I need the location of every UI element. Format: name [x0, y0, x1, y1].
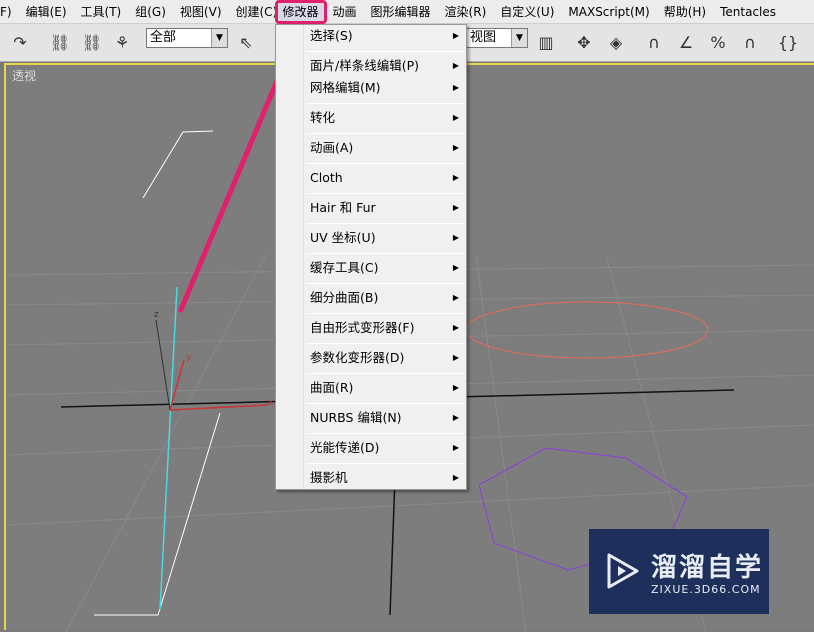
- menu-item-label: 网格编辑(M): [310, 80, 381, 95]
- menu-item-parametric-deformers[interactable]: 参数化变形器(D) ▶: [305, 347, 465, 369]
- submenu-arrow-icon: ▶: [452, 61, 459, 70]
- menu-separator: [306, 193, 464, 194]
- submenu-arrow-icon: ▶: [452, 263, 459, 272]
- menu-item-cameras[interactable]: 摄影机 ▶: [305, 467, 465, 489]
- menu-item-select[interactable]: 选择(S) ▶: [305, 25, 465, 47]
- menu-item-label: 曲面(R): [310, 380, 354, 395]
- menu-item-label: 动画(A): [310, 140, 354, 155]
- menu-item-label: 摄影机: [310, 470, 348, 485]
- submenu-arrow-icon: ▶: [452, 413, 459, 422]
- menu-item-label: 选择(S): [310, 28, 353, 43]
- submenu-arrow-icon: ▶: [452, 203, 459, 212]
- submenu-arrow-icon: ▶: [452, 383, 459, 392]
- submenu-arrow-icon: ▶: [452, 143, 459, 152]
- menu-item-label: 转化: [310, 110, 336, 125]
- menu-separator: [306, 283, 464, 284]
- menu-item-animation[interactable]: 动画(A) ▶: [305, 137, 465, 159]
- submenu-arrow-icon: ▶: [452, 473, 459, 482]
- menu-separator: [306, 313, 464, 314]
- menu-item-label: 缓存工具(C): [310, 260, 379, 275]
- menu-item-surface[interactable]: 曲面(R) ▶: [305, 377, 465, 399]
- menu-separator: [306, 433, 464, 434]
- submenu-arrow-icon: ▶: [452, 293, 459, 302]
- menu-separator: [306, 463, 464, 464]
- submenu-arrow-icon: ▶: [452, 31, 459, 40]
- menu-item-label: 自由形式变形器(F): [310, 320, 415, 335]
- menu-item-label: 面片/样条线编辑(P): [310, 58, 420, 73]
- menu-item-mesh-editing[interactable]: 网格编辑(M) ▶: [305, 77, 465, 99]
- submenu-arrow-icon: ▶: [452, 113, 459, 122]
- menu-item-label: 细分曲面(B): [310, 290, 379, 305]
- modifiers-dropdown-menu: 选择(S) ▶ 面片/样条线编辑(P) ▶ 网格编辑(M) ▶ 转化 ▶ 动画(A) ▶ Cloth…: [275, 24, 467, 490]
- menu-item-radiosity[interactable]: 光能传递(D) ▶: [305, 437, 465, 459]
- submenu-arrow-icon: ▶: [452, 323, 459, 332]
- submenu-arrow-icon: ▶: [452, 83, 459, 92]
- menu-item-label: 光能传递(D): [310, 440, 380, 455]
- watermark-url: ZIXUE.3D66.COM: [651, 583, 761, 596]
- menu-item-free-form-deformers[interactable]: 自由形式变形器(F) ▶: [305, 317, 465, 339]
- watermark-logo: 溜溜自学 ZIXUE.3D66.COM: [589, 529, 769, 614]
- menu-item-hair-and-fur[interactable]: Hair 和 Fur ▶: [305, 197, 465, 219]
- menu-separator: [306, 223, 464, 224]
- menu-item-conversion[interactable]: 转化 ▶: [305, 107, 465, 129]
- menu-item-cache-tools[interactable]: 缓存工具(C) ▶: [305, 257, 465, 279]
- play-logo-icon: [607, 553, 639, 589]
- menu-separator: [306, 373, 464, 374]
- menu-separator: [306, 51, 464, 52]
- menu-item-cloth[interactable]: Cloth ▶: [305, 167, 465, 189]
- menu-item-patch-spline-editing[interactable]: 面片/样条线编辑(P) ▶: [305, 55, 465, 77]
- menu-item-label: Hair 和 Fur: [310, 200, 376, 215]
- menu-separator: [306, 163, 464, 164]
- menu-item-label: 参数化变形器(D): [310, 350, 405, 365]
- menu-separator: [306, 103, 464, 104]
- menu-separator: [306, 133, 464, 134]
- menu-item-nurbs-editing[interactable]: NURBS 编辑(N) ▶: [305, 407, 465, 429]
- menu-item-label: Cloth: [310, 170, 343, 185]
- menu-item-label: NURBS 编辑(N): [310, 410, 402, 425]
- submenu-arrow-icon: ▶: [452, 173, 459, 182]
- menu-item-subdivision-surfaces[interactable]: 细分曲面(B) ▶: [305, 287, 465, 309]
- menu-separator: [306, 253, 464, 254]
- menu-separator: [306, 403, 464, 404]
- watermark-title: 溜溜自学: [651, 553, 764, 583]
- submenu-arrow-icon: ▶: [452, 353, 459, 362]
- submenu-arrow-icon: ▶: [452, 443, 459, 452]
- menu-item-uv-coordinates[interactable]: UV 坐标(U) ▶: [305, 227, 465, 249]
- menu-separator: [306, 343, 464, 344]
- menu-item-label: UV 坐标(U): [310, 230, 376, 245]
- submenu-arrow-icon: ▶: [452, 233, 459, 242]
